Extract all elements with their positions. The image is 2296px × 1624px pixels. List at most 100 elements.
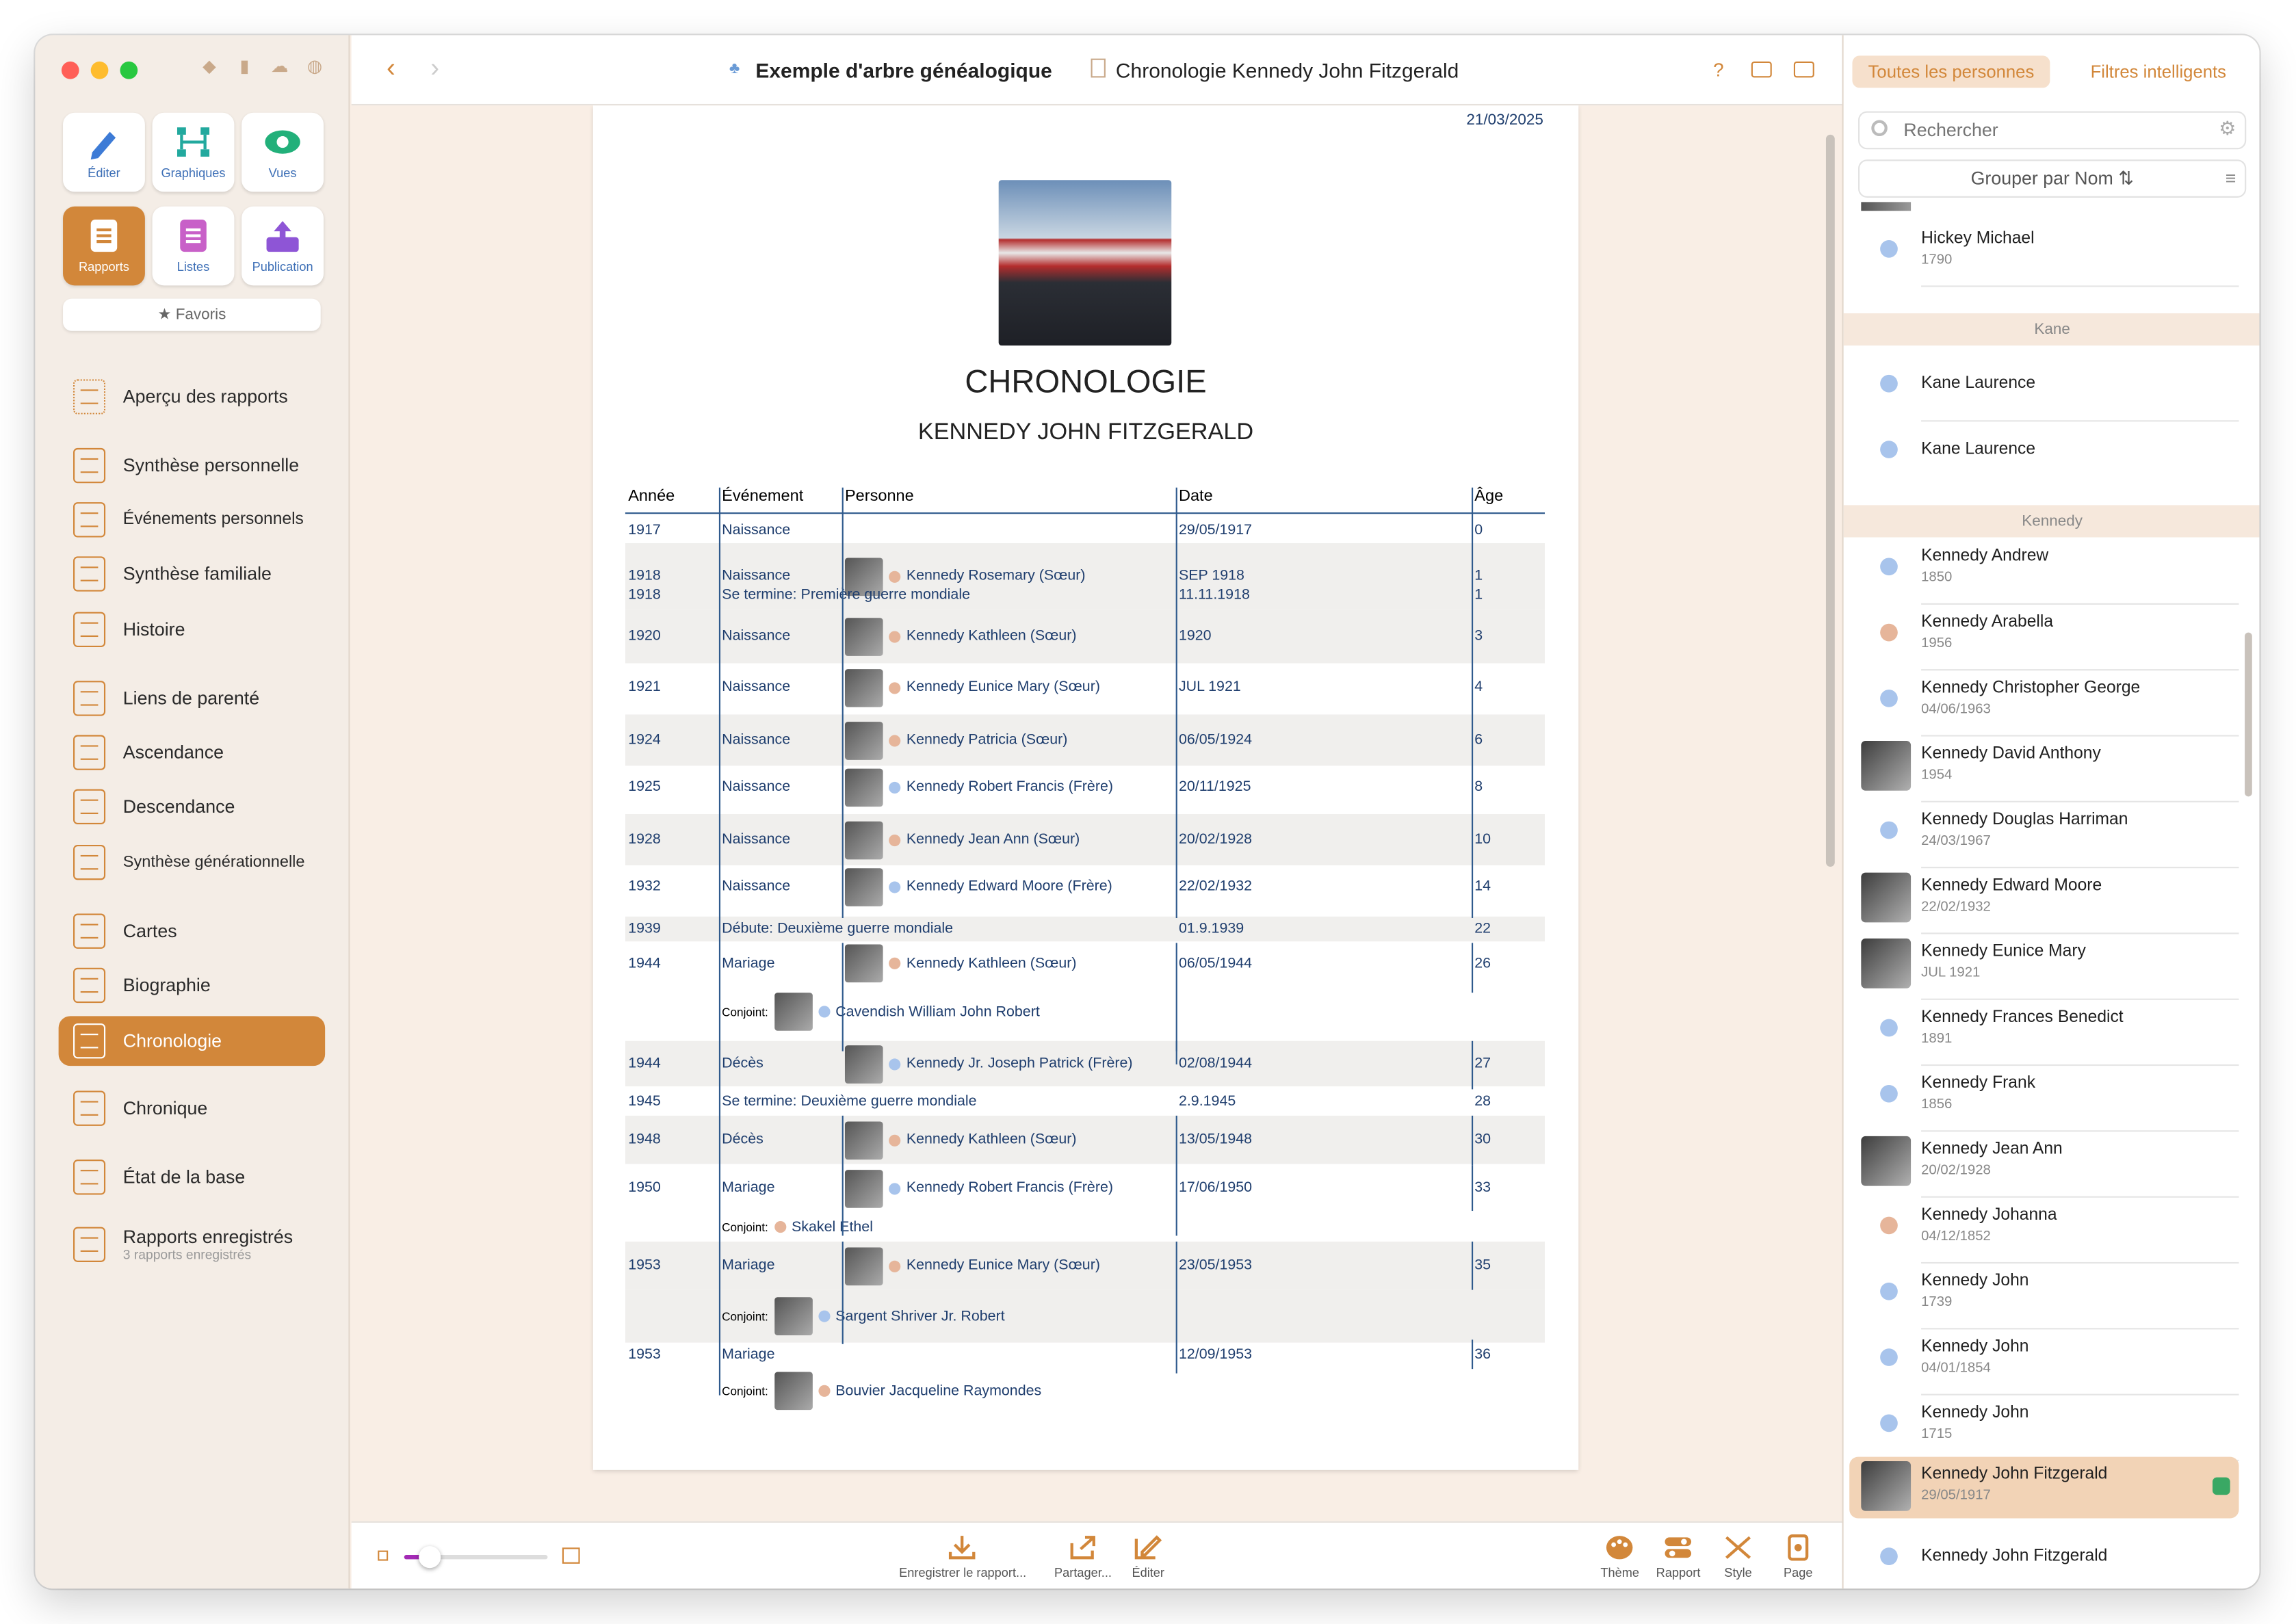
- views-tool-button[interactable]: Vues: [242, 112, 324, 192]
- table-row[interactable]: 1950 Mariage Kennedy Robert Francis (Frère…: [625, 1166, 1545, 1211]
- nav-synthese-personnelle[interactable]: Synthèse personnelle: [59, 441, 326, 490]
- person-list-item[interactable]: Kennedy John Fitzgerald: [1849, 1528, 2239, 1588]
- edit-tool-button[interactable]: Éditer: [63, 112, 145, 192]
- nav-biographie[interactable]: Biographie: [59, 960, 326, 1010]
- reports-tool-button[interactable]: Rapports: [63, 206, 145, 286]
- bookmark-icon[interactable]: ▮: [234, 55, 255, 76]
- person-cell[interactable]: Kennedy Eunice Mary (Sœur): [844, 665, 1100, 710]
- search-field[interactable]: ⚙: [1858, 111, 2247, 150]
- sidebar-toggle-icon[interactable]: [1793, 61, 1814, 78]
- table-row[interactable]: 1953 Mariage 12/09/1953 36: [625, 1339, 1545, 1369]
- person-cell[interactable]: Kennedy Kathleen (Sœur): [844, 609, 1076, 663]
- nav-etat-base[interactable]: État de la base: [59, 1152, 326, 1202]
- person-list-item[interactable]: Kennedy Johanna 04/12/1852: [1849, 1198, 2239, 1264]
- publication-tool-button[interactable]: Publication: [242, 206, 324, 286]
- person-cell[interactable]: Kennedy Edward Moore (Frère): [844, 864, 1112, 909]
- person-list-item[interactable]: Kane Laurence: [1849, 356, 2239, 422]
- table-row[interactable]: 1921 Naissance Kennedy Eunice Mary (Sœur) J…: [625, 665, 1545, 710]
- person-list-item[interactable]: Kennedy John 1715: [1849, 1396, 2239, 1462]
- nav-histoire[interactable]: Histoire: [59, 605, 326, 655]
- nav-rapports-enregistres[interactable]: Rapports enregistrés 3 rapports enregistr…: [59, 1215, 326, 1274]
- person-list-item[interactable]: Kane Laurence: [1849, 421, 2239, 487]
- style-button[interactable]: Style: [1723, 1534, 1753, 1580]
- nav-ascendance[interactable]: Ascendance: [59, 728, 326, 778]
- spouse-cell[interactable]: Conjoint: Cavendish William John Robert: [722, 984, 1040, 1039]
- table-row[interactable]: 1918 Se termine: Première guerre mondiale…: [625, 581, 1545, 610]
- zoom-window-button[interactable]: [120, 61, 138, 79]
- zoom-in-icon[interactable]: [562, 1547, 580, 1564]
- table-row[interactable]: 1953 Mariage Kennedy Eunice Mary (Sœur) 23/…: [625, 1241, 1545, 1290]
- table-row[interactable]: 1924 Naissance Kennedy Patricia (Sœur) 06/0…: [625, 714, 1545, 766]
- nav-synthese-familiale[interactable]: Synthèse familiale: [59, 549, 326, 599]
- person-list-item[interactable]: Kennedy Christopher George 04/06/1963: [1849, 670, 2239, 737]
- person-list-item[interactable]: Kennedy Frances Benedict 1891: [1849, 1000, 2239, 1066]
- person-list-item[interactable]: Kennedy David Anthony 1954: [1849, 737, 2239, 802]
- document-title[interactable]: Chronologie Kennedy John Fitzgerald: [1116, 59, 1459, 82]
- forward-icon[interactable]: ›: [430, 53, 439, 83]
- cloud-icon[interactable]: ☁: [270, 55, 290, 76]
- table-row[interactable]: 1944 Mariage Kennedy Kathleen (Sœur) 06/05/…: [625, 943, 1545, 984]
- person-cell[interactable]: Kennedy Jr. Joseph Patrick (Frère): [844, 1041, 1133, 1086]
- zoom-slider[interactable]: [404, 1546, 548, 1569]
- search-input[interactable]: [1903, 117, 2197, 144]
- zoom-slider-knob[interactable]: [419, 1546, 441, 1569]
- group-by-select[interactable]: Grouper par Nom ⇅ ≡: [1858, 159, 2247, 198]
- spouse-cell[interactable]: Conjoint: Bouvier Jacqueline Raymondes: [722, 1369, 1041, 1413]
- report-options-button[interactable]: Rapport: [1656, 1534, 1700, 1580]
- nav-liens-parente[interactable]: Liens de parenté: [59, 674, 326, 724]
- nav-descendance[interactable]: Descendance: [59, 782, 326, 832]
- person-list-item[interactable]: Kennedy Andrew 1850: [1849, 539, 2239, 605]
- world-icon[interactable]: ◍: [304, 55, 325, 76]
- spouse-row[interactable]: Conjoint: Bouvier Jacqueline Raymondes: [625, 1369, 1545, 1413]
- nav-synthese-generationnelle[interactable]: Synthèse générationnelle: [59, 837, 326, 887]
- minimize-window-button[interactable]: [90, 61, 109, 79]
- table-row[interactable]: 1928 Naissance Kennedy Jean Ann (Sœur) 20/0…: [625, 814, 1545, 865]
- tab-all-persons[interactable]: Toutes les personnes: [1852, 55, 2050, 88]
- person-cell[interactable]: Kennedy Patricia (Sœur): [844, 714, 1067, 765]
- spouse-cell[interactable]: Conjoint: Skakel Ethel: [722, 1211, 873, 1243]
- nav-chronique[interactable]: Chronique: [59, 1084, 326, 1134]
- gear-icon[interactable]: ⚙: [2219, 117, 2236, 140]
- help-icon[interactable]: ?: [1713, 59, 1723, 81]
- person-list-item[interactable]: Kennedy Douglas Harriman 24/03/1967: [1849, 802, 2239, 869]
- person-list-item[interactable]: Kennedy John 04/01/1854: [1849, 1329, 2239, 1396]
- person-list-item[interactable]: Kennedy Jean Ann 20/02/1928: [1849, 1131, 2239, 1198]
- person-list-item[interactable]: Kennedy Edward Moore 22/02/1932: [1849, 868, 2239, 934]
- person-list-item[interactable]: Kennedy Frank 1856: [1849, 1066, 2239, 1132]
- close-window-button[interactable]: [61, 61, 79, 79]
- person-cell[interactable]: Kennedy Robert Francis (Frère): [844, 1166, 1113, 1211]
- person-cell[interactable]: Kennedy Eunice Mary (Sœur): [844, 1242, 1100, 1290]
- table-row[interactable]: 1939 Débute: Deuxième guerre mondiale 01.9…: [625, 916, 1545, 942]
- panel-scrollbar[interactable]: [2245, 632, 2252, 797]
- table-row[interactable]: 1925 Naissance Kennedy Robert Francis (Frè…: [625, 764, 1545, 809]
- vertical-scrollbar[interactable]: [1825, 134, 1835, 867]
- person-list-item[interactable]: Kennedy John Fitzgerald 29/05/1917: [1849, 1456, 2239, 1519]
- spouse-cell[interactable]: Conjoint: Sargent Shriver Jr. Robert: [722, 1290, 1005, 1343]
- save-report-button[interactable]: Enregistrer le rapport...: [899, 1534, 1026, 1580]
- nav-evenements-personnels[interactable]: Événements personnels: [59, 495, 326, 545]
- table-row[interactable]: 1944 Décès Kennedy Jr. Joseph Patrick (Frè…: [625, 1040, 1545, 1087]
- spouse-row[interactable]: Conjoint: Skakel Ethel: [625, 1211, 1545, 1243]
- person-cell[interactable]: Kennedy Kathleen (Sœur): [844, 943, 1076, 984]
- person-list-item[interactable]: Kennedy John 1739: [1849, 1263, 2239, 1330]
- tag-icon[interactable]: ◆: [199, 55, 220, 76]
- tree-title[interactable]: Exemple d'arbre généalogique: [755, 59, 1052, 82]
- zoom-out-icon[interactable]: [378, 1550, 389, 1561]
- person-cell[interactable]: Kennedy Kathleen (Sœur): [844, 1116, 1076, 1164]
- nav-chronologie[interactable]: Chronologie: [58, 1016, 326, 1066]
- window-layout-icon[interactable]: [1751, 61, 1772, 78]
- spouse-row[interactable]: Conjoint: Sargent Shriver Jr. Robert: [625, 1289, 1545, 1343]
- spouse-row[interactable]: Conjoint: Cavendish William John Robert: [625, 984, 1545, 1039]
- table-row[interactable]: 1920 Naissance Kennedy Kathleen (Sœur) 1920…: [625, 609, 1545, 664]
- page-button[interactable]: Page: [1784, 1534, 1813, 1580]
- lists-tool-button[interactable]: Listes: [152, 206, 235, 286]
- person-cell[interactable]: Kennedy Jean Ann (Sœur): [844, 814, 1080, 865]
- sort-icon[interactable]: ≡: [2226, 161, 2236, 196]
- favorites-button[interactable]: ★ Favoris: [63, 298, 321, 331]
- nav-cartes[interactable]: Cartes: [59, 906, 326, 956]
- share-button[interactable]: Partager...: [1054, 1534, 1112, 1580]
- charts-tool-button[interactable]: Graphiques: [152, 112, 235, 192]
- person-list-item[interactable]: Kennedy Arabella 1956: [1849, 605, 2239, 671]
- table-row[interactable]: 1917 Naissance 29/05/1917 0: [625, 517, 1545, 545]
- person-cell[interactable]: Kennedy Robert Francis (Frère): [844, 764, 1113, 809]
